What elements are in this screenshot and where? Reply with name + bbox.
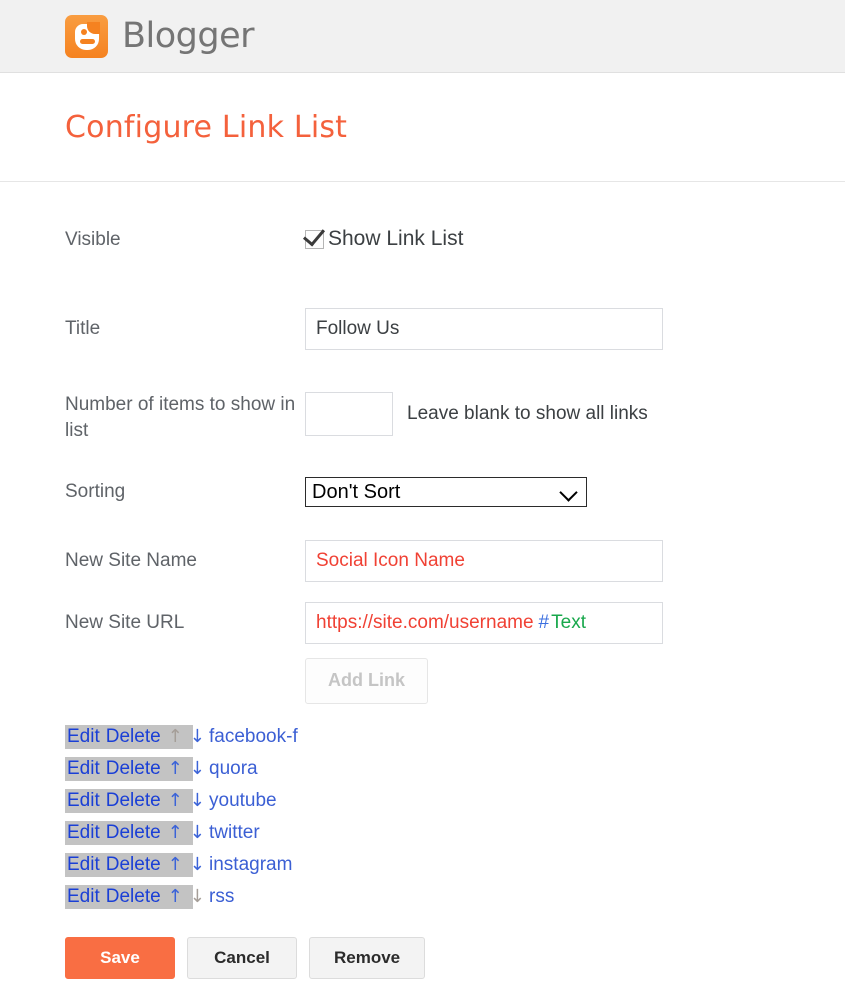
edit-link-button[interactable]: Edit — [67, 757, 100, 781]
row-title: Title — [65, 308, 845, 351]
show-link-list-checkbox[interactable]: Show Link List — [302, 222, 845, 251]
edit-link-button[interactable]: Edit — [67, 885, 100, 909]
arrow-up-icon[interactable]: ↑ — [168, 821, 183, 845]
page-title-band: Configure Link List — [0, 73, 845, 182]
row-item-count: Number of items to show in list Leave bl… — [65, 392, 845, 443]
link-row-actions: Edit Delete ↑ ↓ — [65, 884, 205, 909]
field-new-site-name — [305, 539, 845, 582]
url-value-part: https://site.com/username — [316, 611, 534, 633]
cancel-button[interactable]: Cancel — [187, 936, 297, 979]
configure-link-list-form: Visible Show Link List Title Number of i… — [0, 222, 845, 979]
page-title: Configure Link List — [65, 109, 348, 145]
link-name[interactable]: quora — [209, 757, 258, 781]
label-item-count: Number of items to show in list — [65, 394, 296, 441]
row-new-site-url: New Site URL https://site.com/username #… — [65, 601, 845, 704]
form-actions: Save Cancel Remove — [65, 936, 845, 979]
label-new-site-url: New Site URL — [65, 611, 185, 633]
checkmark-icon — [302, 222, 326, 247]
delete-link-button[interactable]: Delete — [106, 725, 161, 749]
arrow-down-icon[interactable]: ↓ — [190, 725, 205, 749]
edit-link-button[interactable]: Edit — [67, 821, 100, 845]
field-item-count: Leave blank to show all links — [305, 392, 845, 437]
remove-button[interactable]: Remove — [309, 936, 426, 979]
link-row-actions: Edit Delete ↑ ↓ — [65, 820, 205, 845]
title-input[interactable] — [305, 308, 663, 351]
delete-link-button[interactable]: Delete — [106, 885, 161, 909]
table-row[interactable]: Edit Delete ↑ ↓ facebook-f — [65, 724, 845, 749]
arrow-down-icon[interactable]: ↓ — [190, 821, 205, 845]
url-text-part: Text — [551, 611, 586, 633]
arrow-down-icon[interactable]: ↓ — [190, 789, 205, 813]
brand-wordmark: Blogger — [122, 16, 255, 56]
checkbox-label: Show Link List — [328, 227, 464, 250]
item-count-hint: Leave blank to show all links — [407, 403, 648, 425]
edit-link-button[interactable]: Edit — [67, 789, 100, 813]
arrow-up-icon[interactable]: ↑ — [168, 885, 183, 909]
field-title — [305, 308, 845, 351]
arrow-up-icon[interactable]: ↑ — [168, 789, 183, 813]
item-count-input[interactable] — [305, 392, 393, 437]
link-list: Edit Delete ↑ ↓ facebook-f Edit Delete ↑… — [65, 724, 845, 909]
arrow-down-icon[interactable]: ↓ — [190, 757, 205, 781]
table-row[interactable]: Edit Delete ↑ ↓ instagram — [65, 852, 845, 877]
link-row-actions: Edit Delete ↑ ↓ — [65, 724, 205, 749]
label-new-site-name: New Site Name — [65, 549, 197, 571]
link-name[interactable]: instagram — [209, 853, 292, 877]
delete-link-button[interactable]: Delete — [106, 789, 161, 813]
arrow-up-icon: ↑ — [167, 725, 183, 747]
row-new-site-name: New Site Name — [65, 539, 845, 582]
app-header: Blogger — [0, 0, 845, 73]
field-new-site-url: https://site.com/username # Text Add Lin… — [305, 601, 845, 704]
table-row[interactable]: Edit Delete ↑ ↓ rss — [65, 884, 845, 909]
edit-link-button[interactable]: Edit — [67, 853, 100, 877]
label-title: Title — [65, 318, 101, 340]
delete-link-button[interactable]: Delete — [106, 853, 161, 877]
table-row[interactable]: Edit Delete ↑ ↓ youtube — [65, 788, 845, 813]
row-sorting: Sorting Don't Sort — [65, 476, 845, 507]
new-site-name-input[interactable] — [305, 539, 663, 582]
label-sorting: Sorting — [65, 480, 126, 502]
row-visible: Visible Show Link List — [65, 222, 845, 252]
link-name[interactable]: twitter — [209, 821, 260, 845]
blogger-logo-icon — [65, 14, 108, 58]
checkbox-box[interactable] — [302, 222, 326, 249]
arrow-down-icon: ↓ — [189, 885, 205, 907]
arrow-up-icon[interactable]: ↑ — [168, 757, 183, 781]
new-site-url-input[interactable]: https://site.com/username # Text — [305, 601, 663, 644]
label-visible: Visible — [65, 229, 121, 250]
add-link-button[interactable]: Add Link — [305, 657, 428, 704]
link-name[interactable]: youtube — [209, 789, 277, 813]
link-row-actions: Edit Delete ↑ ↓ — [65, 852, 205, 877]
delete-link-button[interactable]: Delete — [106, 821, 161, 845]
sorting-select[interactable]: Don't Sort — [305, 476, 587, 507]
table-row[interactable]: Edit Delete ↑ ↓ quora — [65, 756, 845, 781]
link-row-actions: Edit Delete ↑ ↓ — [65, 756, 205, 781]
table-row[interactable]: Edit Delete ↑ ↓ twitter — [65, 820, 845, 845]
edit-link-button[interactable]: Edit — [67, 725, 100, 749]
save-button[interactable]: Save — [65, 936, 175, 979]
url-hash-part: # — [538, 611, 550, 633]
link-name[interactable]: facebook-f — [209, 725, 298, 749]
field-sorting: Don't Sort — [305, 476, 845, 507]
link-name[interactable]: rss — [209, 885, 234, 909]
arrow-up-icon[interactable]: ↑ — [168, 853, 183, 877]
delete-link-button[interactable]: Delete — [106, 757, 161, 781]
arrow-down-icon[interactable]: ↓ — [190, 853, 205, 877]
link-row-actions: Edit Delete ↑ ↓ — [65, 788, 205, 813]
field-visible: Show Link List — [302, 222, 845, 251]
